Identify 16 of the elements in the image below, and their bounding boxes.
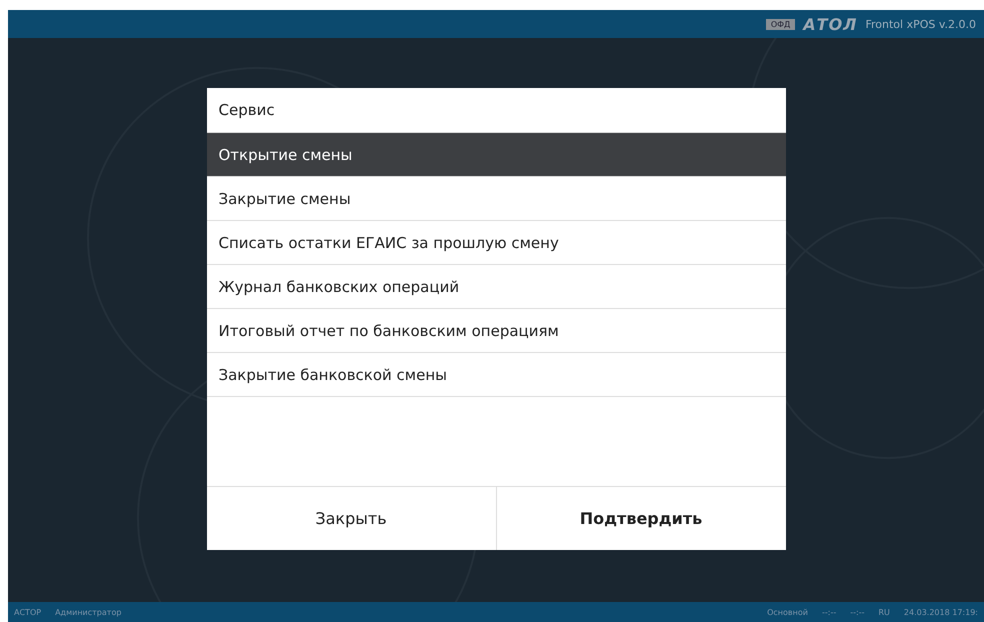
status-text: --:-- xyxy=(822,608,836,616)
ofd-badge: ОФД xyxy=(766,18,796,30)
status-text: Администратор xyxy=(55,608,122,616)
logo: АТОЛ xyxy=(803,14,858,34)
menu-item[interactable]: Списать остатки ЕГАИС за прошлую смену xyxy=(206,221,786,265)
status-text: 24.03.2018 17:19: xyxy=(904,608,978,616)
menu-item[interactable]: Закрытие смены xyxy=(206,177,786,221)
product-version: Frontol xPOS v.2.0.0 xyxy=(865,18,976,30)
status-text: RU xyxy=(878,608,890,616)
menu-item[interactable]: Итоговый отчет по банковским операциям xyxy=(206,309,786,353)
menu-item[interactable]: Открытие смены xyxy=(206,133,786,177)
menu-item[interactable]: Закрытие банковской смены xyxy=(206,353,786,397)
menu-item[interactable]: Журнал банковских операций xyxy=(206,265,786,309)
status-text: --:-- xyxy=(850,608,864,616)
status-text: АСТОР xyxy=(14,608,42,616)
status-text: Основной xyxy=(767,608,808,616)
